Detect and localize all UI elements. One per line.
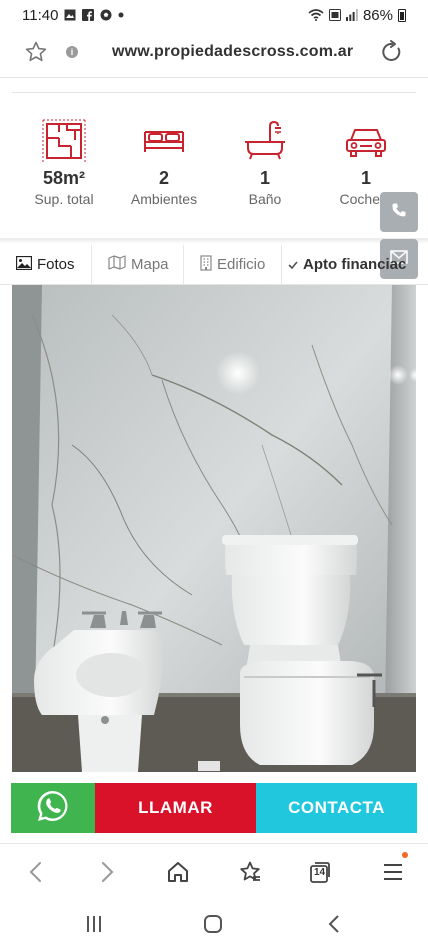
feature-value: 1 [259, 168, 270, 188]
feature-label: Baño [248, 191, 282, 207]
feature-label: Sup. total [34, 191, 94, 207]
browser-bottom-nav: 14 [0, 843, 428, 899]
menu-notification-dot [402, 852, 408, 858]
building-icon [200, 254, 212, 275]
tab-fotos[interactable]: Fotos [0, 244, 92, 285]
feature-bathrooms: 1 Baño [215, 118, 315, 207]
back-arrow-icon[interactable] [20, 858, 50, 886]
car-icon [316, 118, 416, 164]
tab-edificio[interactable]: Edificio [184, 244, 282, 285]
image-icon [15, 255, 33, 274]
tab-apto-financiacion[interactable]: Apto financiac [282, 245, 428, 285]
tab-label: Apto financiac [303, 256, 407, 273]
facebook-icon [82, 9, 95, 21]
url-text[interactable]: www.propiedadescross.com.ar [112, 43, 353, 61]
feature-label: Ambientes [130, 191, 198, 207]
android-nav-bar [0, 900, 428, 950]
property-photo[interactable] [12, 285, 416, 772]
check-icon [288, 256, 298, 273]
home-button-icon[interactable] [199, 912, 227, 936]
reload-icon[interactable] [380, 40, 404, 69]
tab-mapa[interactable]: Mapa [92, 244, 184, 285]
property-features: 58m² Sup. total 2 Ambientes 1 Baño 1 Coc… [0, 118, 428, 240]
gallery-icon [64, 9, 76, 21]
tabs-icon[interactable]: 14 [305, 858, 335, 886]
dot-icon [118, 12, 124, 18]
phone-icon [391, 202, 407, 223]
volte-icon [328, 9, 341, 21]
call-button[interactable]: LLAMAR [95, 783, 256, 833]
feature-value: 1 [360, 168, 371, 188]
wifi-icon [308, 9, 324, 21]
signal-icon [345, 9, 358, 21]
gallery-tabs: Fotos Mapa Edificio Apto financiac [0, 244, 428, 285]
contact-button[interactable]: CONTACTA [256, 783, 417, 833]
feature-surface: 58m² Sup. total [14, 118, 114, 207]
battery-icon [398, 8, 406, 22]
whatsapp-icon [36, 789, 70, 828]
bookmarks-star-icon[interactable] [235, 858, 265, 886]
bed-icon [114, 118, 214, 164]
floating-call-button[interactable] [380, 192, 418, 232]
tabs-count: 14 [314, 867, 326, 878]
browser-url-bar: i www.propiedadescross.com.ar [0, 30, 428, 78]
bathtub-icon [215, 118, 315, 164]
bookmark-star-icon[interactable] [24, 40, 48, 69]
back-button-icon[interactable] [320, 912, 348, 936]
features-shadow [0, 238, 428, 244]
battery-percent: 86% [362, 6, 393, 24]
feature-value: 2 [158, 168, 169, 188]
forward-arrow-icon[interactable] [93, 858, 123, 886]
status-bar: 11:40 86% [0, 0, 428, 30]
contact-cta-bar: LLAMAR CONTACTA [11, 783, 417, 833]
floorplan-icon [14, 118, 114, 164]
bathroom-photo-image [12, 285, 416, 772]
page-divider [12, 92, 416, 93]
tab-label: Mapa [131, 256, 169, 273]
tab-label: Edificio [217, 256, 266, 273]
menu-icon[interactable] [378, 858, 408, 886]
whatsapp-button[interactable] [11, 783, 95, 833]
home-icon[interactable] [163, 858, 193, 886]
status-time: 11:40 [22, 6, 59, 24]
soccer-icon [100, 9, 112, 21]
tab-label: Fotos [37, 256, 75, 273]
recent-apps-icon[interactable] [80, 912, 108, 936]
feature-rooms: 2 Ambientes [114, 118, 214, 207]
map-icon [108, 255, 126, 274]
feature-value: 58m² [42, 168, 86, 188]
site-info-icon[interactable]: i [66, 46, 78, 58]
